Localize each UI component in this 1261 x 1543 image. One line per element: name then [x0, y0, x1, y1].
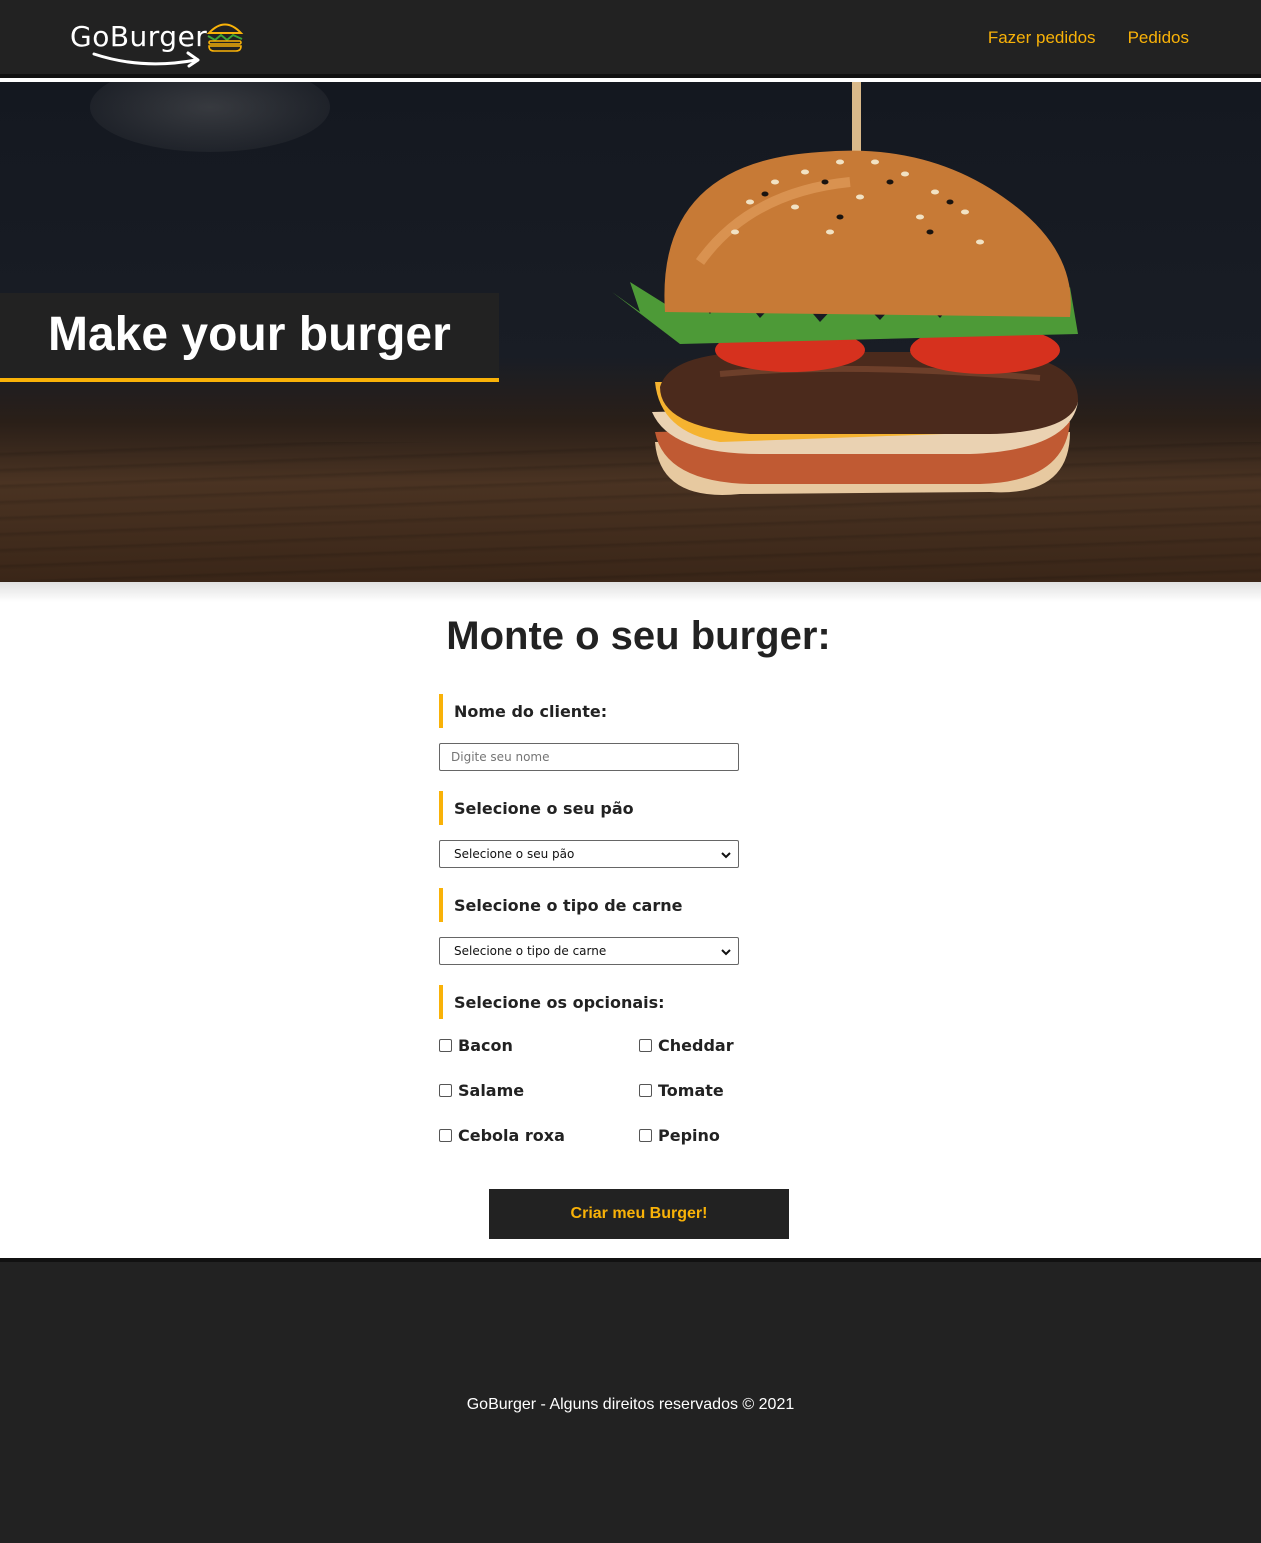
hero-title: Make your burger: [48, 308, 451, 361]
page-title-text: Monte o seu burger:: [446, 614, 831, 658]
option-label: Bacon: [458, 1036, 513, 1055]
option-bacon[interactable]: Bacon: [439, 1036, 513, 1055]
option-label: Cebola roxa: [458, 1126, 565, 1145]
bread-select[interactable]: Selecione o seu pão: [439, 840, 739, 868]
chevron-down-icon: [721, 852, 731, 859]
nav-links: Fazer pedidos Pedidos: [988, 28, 1189, 48]
hero-banner: Make your burger: [0, 82, 1261, 582]
option-salame[interactable]: Salame: [439, 1081, 524, 1100]
checkbox-icon[interactable]: [639, 1039, 652, 1052]
customer-name-input[interactable]: [439, 743, 739, 771]
meat-select-value: Selecione o tipo de carne: [454, 944, 607, 958]
name-label: Nome do cliente:: [439, 694, 607, 728]
option-cebola-roxa[interactable]: Cebola roxa: [439, 1126, 565, 1145]
hero-shadow: [0, 582, 1261, 602]
option-label: Cheddar: [658, 1036, 734, 1055]
option-tomate[interactable]: Tomate: [639, 1081, 724, 1100]
nav-link-fazer-pedidos[interactable]: Fazer pedidos: [988, 28, 1096, 48]
option-label: Pepino: [658, 1126, 720, 1145]
footer: GoBurger - Alguns direitos reservados © …: [0, 1258, 1261, 1543]
meat-select[interactable]: Selecione o tipo de carne: [439, 937, 739, 965]
nav-link-pedidos[interactable]: Pedidos: [1128, 28, 1189, 48]
logo-link[interactable]: GoBurger: [70, 14, 246, 68]
swoosh-arrow-icon: [92, 51, 200, 68]
options-label: Selecione os opcionais:: [439, 985, 665, 1019]
hero-background-light: [90, 82, 330, 152]
checkbox-icon[interactable]: [439, 1084, 452, 1097]
bread-select-value: Selecione o seu pão: [454, 847, 575, 861]
meat-label: Selecione o tipo de carne: [439, 888, 682, 922]
option-pepino[interactable]: Pepino: [639, 1126, 720, 1145]
chevron-down-icon: [721, 949, 731, 956]
bread-label: Selecione o seu pão: [439, 791, 634, 825]
checkbox-icon[interactable]: [439, 1129, 452, 1142]
checkbox-icon[interactable]: [639, 1084, 652, 1097]
page-title: Monte o seu burger:: [0, 614, 1261, 659]
option-cheddar[interactable]: Cheddar: [639, 1036, 734, 1055]
burger-icon: [206, 23, 244, 52]
create-burger-button[interactable]: Criar meu Burger!: [489, 1189, 789, 1239]
option-label: Tomate: [658, 1081, 724, 1100]
option-label: Salame: [458, 1081, 525, 1100]
checkbox-icon[interactable]: [439, 1039, 452, 1052]
hero-title-box: Make your burger: [0, 293, 499, 382]
burger-photo: [612, 82, 1079, 495]
footer-copyright: GoBurger - Alguns direitos reservados © …: [466, 1396, 795, 1413]
checkbox-icon[interactable]: [639, 1129, 652, 1142]
top-navbar: GoBurger Fazer pedidos Pedidos: [0, 0, 1261, 78]
